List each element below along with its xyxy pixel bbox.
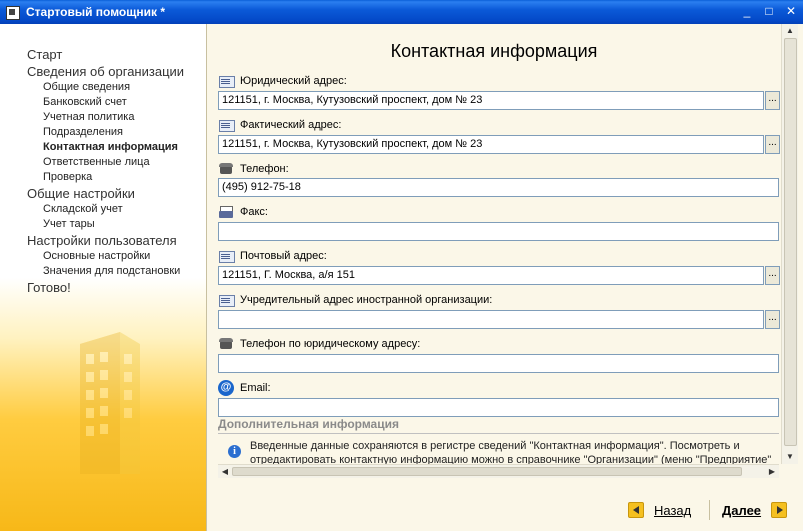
vertical-scrollbar[interactable]: ▲ ▼ [781,24,798,464]
form-content: Контактная информация Юридический адрес:… [207,24,781,464]
phone-icon [218,337,234,351]
legal-address-field[interactable]: 121151, г. Москва, Кутузовский проспект,… [218,91,764,110]
fax-label-row: Факс: [218,205,268,219]
postal-address-label: Почтовый адрес: [240,250,327,262]
step-start[interactable]: Старт [27,46,184,63]
email-label: Email: [240,382,271,394]
info-line: Введенные данные сохраняются в регистре … [250,440,740,452]
step-bank-account[interactable]: Банковский счет [27,95,184,110]
close-button[interactable]: ✕ [783,3,799,19]
phone-field[interactable]: (495) 912-75-18 [218,178,779,197]
postal-address-field[interactable]: 121151, Г. Москва, а/я 151 [218,266,764,285]
address-icon [218,293,235,307]
horizontal-scroll-thumb[interactable] [232,467,742,476]
step-check[interactable]: Проверка [27,170,184,185]
actual-address-label-row: Фактический адрес: [218,118,341,132]
email-label-row: @ Email: [218,380,271,396]
scroll-down-icon[interactable]: ▼ [785,452,795,462]
scroll-left-icon[interactable]: ◀ [219,466,231,478]
app-icon [4,4,20,20]
phone-label: Телефон: [240,163,289,175]
step-contact-info[interactable]: Контактная информация [27,140,184,155]
legal-phone-label: Телефон по юридическому адресу: [240,338,421,350]
step-warehouse[interactable]: Складской учет [27,202,184,217]
step-basic-settings[interactable]: Основные настройки [27,249,184,264]
horizontal-scrollbar[interactable]: ◀ ▶ [218,464,779,478]
building-illustration [80,332,140,474]
window-controls: _ □ ✕ [739,3,799,19]
title-bar: Стартовый помощник * _ □ ✕ [0,0,803,24]
step-accounting-policy[interactable]: Учетная политика [27,110,184,125]
fax-field[interactable] [218,222,779,241]
info-note: i Введенные данные сохраняются в регистр… [218,437,779,464]
foreign-address-label-row: Учредительный адрес иностранной организа… [218,293,492,307]
fax-icon [218,205,234,219]
info-icon: i [228,445,241,458]
wizard-steps: Старт Сведения об организации Общие свед… [27,46,184,296]
back-button[interactable]: Назад [628,502,691,518]
next-button[interactable]: Далее [722,502,788,518]
window-title: Стартовый помощник * [26,5,166,19]
actual-address-label: Фактический адрес: [240,119,342,131]
legal-phone-field[interactable] [218,354,779,373]
step-general-info[interactable]: Общие сведения [27,80,184,95]
scroll-up-icon[interactable]: ▲ [785,26,795,36]
wizard-footer: Назад Далее [207,494,803,531]
step-departments[interactable]: Подразделения [27,125,184,140]
scroll-right-icon[interactable]: ▶ [766,466,778,478]
step-packaging[interactable]: Учет тары [27,217,184,232]
foreign-address-field[interactable] [218,310,764,329]
foreign-address-label: Учредительный адрес иностранной организа… [240,294,493,306]
step-done[interactable]: Готово! [27,279,184,296]
step-default-values[interactable]: Значения для подстановки [27,264,184,279]
info-text: Введенные данные сохраняются в регистре … [250,439,779,464]
email-field[interactable] [218,398,779,417]
footer-divider [709,500,710,520]
address-icon [218,74,235,88]
actual-address-field[interactable]: 121151, г. Москва, Кутузовский проспект,… [218,135,764,154]
foreign-address-select-button[interactable]: ... [765,310,780,329]
next-button-label: Далее [722,502,762,518]
info-line: отредактировать контактную информацию мо… [250,454,772,464]
step-general-settings[interactable]: Общие настройки [27,185,184,202]
postal-address-select-button[interactable]: ... [765,266,780,285]
back-button-label: Назад [654,502,692,518]
main-panel: Контактная информация Юридический адрес:… [207,24,803,531]
actual-address-select-button[interactable]: ... [765,135,780,154]
legal-address-label: Юридический адрес: [240,75,347,87]
address-icon [218,118,235,132]
page-title: Контактная информация [390,41,598,61]
minimize-button[interactable]: _ [739,3,755,19]
email-icon: @ [218,380,234,396]
step-organization[interactable]: Сведения об организации [27,63,184,80]
legal-phone-label-row: Телефон по юридическому адресу: [218,337,420,351]
legal-address-select-button[interactable]: ... [765,91,780,110]
fax-label: Факс: [240,206,268,218]
step-responsible-persons[interactable]: Ответственные лица [27,155,184,170]
postal-address-label-row: Почтовый адрес: [218,249,327,263]
address-icon [218,249,235,263]
phone-label-row: Телефон: [218,162,289,176]
additional-info-heading: Дополнительная информация [218,417,779,434]
arrow-right-icon [771,502,788,518]
wizard-sidebar: Старт Сведения об организации Общие свед… [0,24,207,531]
maximize-button[interactable]: □ [761,3,777,19]
vertical-scroll-thumb[interactable] [784,38,797,446]
arrow-left-icon [628,502,644,518]
legal-address-label-row: Юридический адрес: [218,74,347,88]
step-user-settings[interactable]: Настройки пользователя [27,232,184,249]
phone-icon [218,162,234,176]
